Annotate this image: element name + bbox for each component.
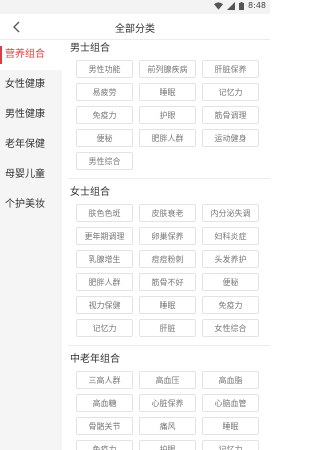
tag-chip[interactable]: 筋骨调理	[202, 106, 259, 124]
tag-chip[interactable]: 睡眠	[139, 296, 196, 314]
tag-chip[interactable]: 肥胖人群	[76, 273, 133, 291]
sidebar-item-mother-baby[interactable]: 母婴儿童	[0, 160, 62, 190]
tag-chip[interactable]: 头发养护	[202, 250, 259, 268]
top-app-bar: 全部分类	[0, 14, 270, 40]
tag-chip[interactable]: 睡眠	[202, 417, 259, 435]
tag-chip[interactable]: 更年期调理	[76, 227, 133, 245]
status-icons: 8:48	[214, 1, 266, 10]
tag-chip[interactable]: 痘痘粉刺	[139, 250, 196, 268]
tag-chip[interactable]: 痛风	[139, 417, 196, 435]
divider	[68, 178, 270, 179]
tag-chip[interactable]: 内分泌失调	[202, 204, 259, 222]
tag-chip[interactable]: 心脑血管	[202, 394, 259, 412]
tag-chip[interactable]: 免疫力	[76, 440, 133, 450]
tag-chip[interactable]: 男性综合	[76, 152, 133, 170]
tag-chip[interactable]: 肝脏	[139, 319, 196, 337]
sidebar-item-senior-care[interactable]: 老年保健	[0, 130, 62, 160]
tag-chip[interactable]: 肥胖人群	[139, 129, 196, 147]
tag-chip[interactable]: 护眼	[139, 106, 196, 124]
tag-chip[interactable]: 心脏保养	[139, 394, 196, 412]
tag-grid: 男性功能 前列腺疾病 肝脏保养 易疲劳 睡眠 记忆力 免疫力 护眼 筋骨调理 便…	[68, 60, 270, 170]
group-title: 女士组合	[70, 187, 110, 198]
tag-chip[interactable]: 筋骨不好	[139, 273, 196, 291]
sidebar-item-personal-care[interactable]: 个护美妆	[0, 190, 62, 220]
tag-chip[interactable]: 前列腺疾病	[139, 60, 196, 78]
sidebar-item-mens-health[interactable]: 男性健康	[0, 100, 62, 130]
tag-chip[interactable]: 肝脏保养	[202, 60, 259, 78]
sidebar-item-nutrition-combo[interactable]: 营养组合	[0, 40, 62, 70]
tag-chip[interactable]: 免疫力	[202, 296, 259, 314]
tag-chip[interactable]: 记忆力	[76, 319, 133, 337]
group-title: 男士组合	[70, 43, 110, 54]
tag-chip[interactable]: 三高人群	[76, 371, 133, 389]
sidebar-item-womens-health[interactable]: 女性健康	[0, 70, 62, 100]
tag-chip[interactable]: 便秘	[202, 273, 259, 291]
tag-chip[interactable]: 免疫力	[76, 106, 133, 124]
tag-chip[interactable]: 乳腺增生	[76, 250, 133, 268]
category-sidebar: 营养组合 女性健康 男性健康 老年保健 母婴儿童 个护美妆	[0, 40, 62, 450]
tag-chip[interactable]: 男性功能	[76, 60, 133, 78]
tag-chip[interactable]: 便秘	[76, 129, 133, 147]
category-content: 男士组合 男性功能 前列腺疾病 肝脏保养 易疲劳 睡眠 记忆力 免疫力 护眼 筋…	[68, 40, 270, 450]
status-time: 8:48	[248, 1, 266, 10]
tag-chip[interactable]: 卵巢保养	[139, 227, 196, 245]
tag-chip[interactable]: 肤色色斑	[76, 204, 133, 222]
tag-chip[interactable]: 高血糖	[76, 394, 133, 412]
tag-chip[interactable]: 护眼	[139, 440, 196, 450]
tag-chip[interactable]: 运动健身	[202, 129, 259, 147]
tag-chip[interactable]: 易疲劳	[76, 83, 133, 101]
tag-chip[interactable]: 视力保健	[76, 296, 133, 314]
tag-chip[interactable]: 皮肤衰老	[139, 204, 196, 222]
tag-chip[interactable]: 女性综合	[202, 319, 259, 337]
wifi-icon	[214, 1, 224, 10]
battery-icon	[239, 1, 245, 10]
tag-grid: 肤色色斑 皮肤衰老 内分泌失调 更年期调理 卵巢保养 妇科炎症 乳腺增生 痘痘粉…	[68, 204, 270, 337]
tag-grid: 三高人群 高血压 高血脂 高血糖 心脏保养 心脑血管 骨骼关节 痛风 睡眠 免疫…	[68, 371, 270, 450]
tag-chip[interactable]: 高血压	[139, 371, 196, 389]
tag-chip[interactable]: 妇科炎症	[202, 227, 259, 245]
tag-chip[interactable]: 骨骼关节	[76, 417, 133, 435]
tag-chip[interactable]: 高血脂	[202, 371, 259, 389]
tag-chip[interactable]: 记忆力	[202, 440, 259, 450]
tag-chip[interactable]: 记忆力	[202, 83, 259, 101]
divider	[68, 345, 270, 346]
status-bar: 8:48	[0, 0, 270, 14]
page-title: 全部分类	[115, 24, 155, 35]
tag-chip[interactable]: 睡眠	[139, 83, 196, 101]
group-title: 中老年组合	[70, 354, 120, 365]
signal-icon	[227, 1, 236, 10]
